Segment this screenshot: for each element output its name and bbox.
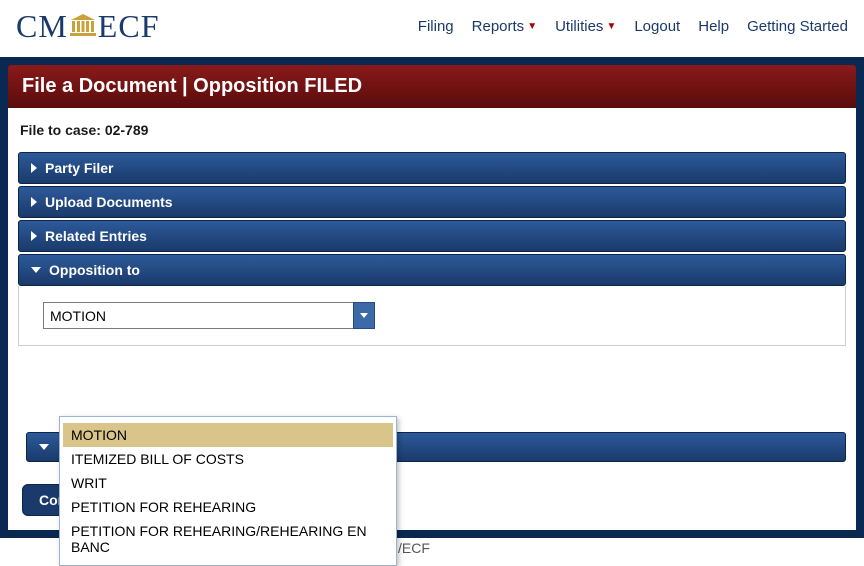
case-number: 02-789	[105, 122, 149, 138]
main-frame: File a Document | Opposition FILED File …	[0, 57, 864, 538]
accordion-label: Upload Documents	[45, 194, 173, 210]
app-logo: CM ECF	[16, 8, 159, 45]
accordion: Party Filer Upload Documents Related Ent…	[18, 152, 846, 346]
opposition-select-toggle[interactable]	[353, 302, 375, 329]
chevron-right-icon	[31, 163, 37, 173]
nav-filing[interactable]: Filing	[418, 18, 454, 35]
chevron-down-icon	[31, 267, 41, 273]
nav-help[interactable]: Help	[698, 18, 729, 35]
caret-down-icon	[360, 313, 368, 318]
logo-text-left: CM	[16, 8, 68, 45]
opposition-select-input[interactable]	[43, 302, 375, 329]
chevron-right-icon	[31, 231, 37, 241]
accordion-party-filer[interactable]: Party Filer	[18, 152, 846, 184]
accordion-label: Related Entries	[45, 228, 147, 244]
accordion-label: Opposition to	[49, 262, 140, 278]
dropdown-option-itemized[interactable]: ITEMIZED BILL OF COSTS	[63, 447, 393, 471]
case-line: File to case: 02-789	[20, 122, 846, 138]
nav-logout[interactable]: Logout	[634, 18, 680, 35]
logo-text-right: ECF	[98, 8, 160, 45]
nav-getting-started[interactable]: Getting Started	[747, 18, 848, 35]
opposition-select[interactable]	[43, 302, 375, 329]
opposition-panel	[18, 286, 846, 346]
accordion-label: Party Filer	[45, 160, 113, 176]
dropdown-option-petition-enbanc[interactable]: PETITION FOR REHEARING/REHEARING EN BANC	[63, 519, 393, 559]
dropdown-option-petition-rehearing[interactable]: PETITION FOR REHEARING	[63, 495, 393, 519]
chevron-down-icon	[39, 444, 49, 450]
nav-links: Filing Reports▼ Utilities▼ Logout Help G…	[418, 18, 848, 35]
obscured-text: /ECF	[398, 540, 430, 556]
accordion-upload-documents[interactable]: Upload Documents	[18, 186, 846, 218]
top-nav: CM ECF Filing Reports▼ Utilities▼ Logout…	[0, 0, 864, 57]
caret-down-icon: ▼	[606, 21, 616, 32]
nav-reports[interactable]: Reports▼	[472, 18, 537, 35]
case-label: File to case:	[20, 122, 105, 138]
page-banner: File a Document | Opposition FILED	[8, 65, 856, 108]
accordion-opposition-to[interactable]: Opposition to	[18, 254, 846, 286]
courthouse-icon	[70, 8, 96, 45]
dropdown-option-writ[interactable]: WRIT	[63, 471, 393, 495]
nav-utilities[interactable]: Utilities▼	[555, 18, 616, 35]
chevron-right-icon	[31, 197, 37, 207]
caret-down-icon: ▼	[527, 21, 537, 32]
opposition-dropdown: MOTION ITEMIZED BILL OF COSTS WRIT PETIT…	[59, 416, 397, 566]
accordion-related-entries[interactable]: Related Entries	[18, 220, 846, 252]
content-area: File to case: 02-789 Party Filer Upload …	[8, 108, 856, 530]
dropdown-option-motion[interactable]: MOTION	[63, 423, 393, 447]
